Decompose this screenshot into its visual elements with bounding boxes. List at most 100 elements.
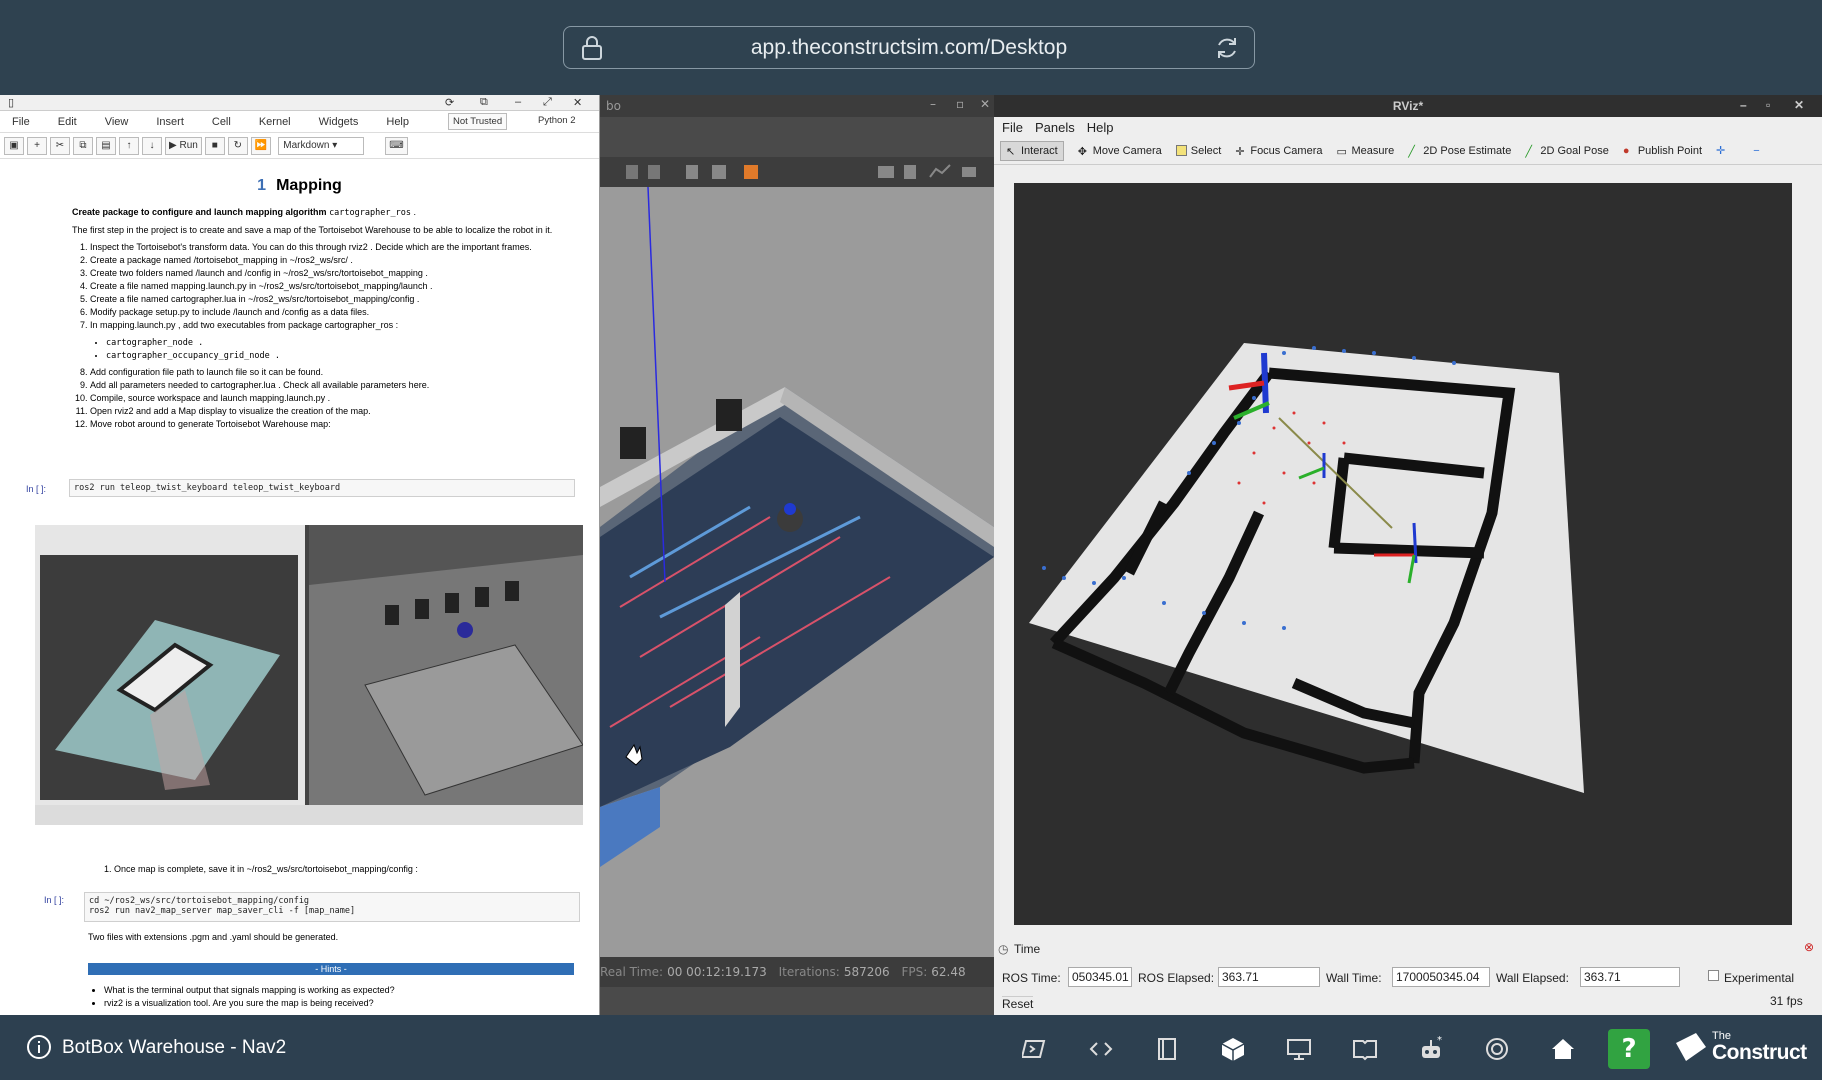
trust-badge[interactable]: Not Trusted	[448, 113, 508, 130]
menu-insert[interactable]: Insert	[156, 116, 184, 128]
add-cell-button[interactable]: +	[27, 136, 47, 155]
hints-bar[interactable]: - Hints -	[88, 963, 574, 975]
menu-edit[interactable]: Edit	[58, 116, 77, 128]
gazebo-scene	[600, 186, 994, 957]
tool-label: 2D Goal Pose	[1540, 144, 1609, 157]
files-text: Two files with extensions .pgm and .yaml…	[88, 932, 339, 942]
refresh-icon[interactable]: ⟳	[445, 96, 454, 109]
fps-label: 31 fps	[1770, 994, 1803, 1008]
tool-measure[interactable]: ▭ Measure	[1336, 145, 1394, 159]
tool-label: Focus Camera	[1250, 144, 1323, 157]
maximize-icon[interactable]: ⤢	[543, 96, 552, 109]
list-item: Open rviz2 and add a Map display to visu…	[90, 405, 599, 418]
select-icon	[1175, 145, 1187, 156]
ros-elapsed-field[interactable]: 363.71	[1218, 967, 1320, 987]
menu-view[interactable]: View	[105, 116, 129, 128]
rviz-3d-view[interactable]	[1014, 183, 1792, 925]
gazebo-title: bo	[606, 99, 621, 113]
book-icon[interactable]	[1352, 1036, 1378, 1062]
stop-button[interactable]: ■	[204, 136, 225, 155]
fast-forward-button[interactable]: ⏩	[250, 136, 272, 155]
wall-time-field[interactable]: 1700050345.04	[1392, 967, 1490, 987]
reload-icon[interactable]	[1214, 35, 1240, 61]
restart-button[interactable]: ↻	[227, 136, 248, 155]
menu-kernel[interactable]: Kernel	[259, 116, 291, 128]
gazebo-3d-view[interactable]	[600, 186, 994, 957]
experimental-label: Experimental	[1724, 971, 1795, 985]
close-icon[interactable]: ✕	[573, 96, 582, 109]
monitor-icon[interactable]	[1286, 1036, 1312, 1062]
close-icon[interactable]: ✕	[1794, 98, 1804, 112]
close-panel-icon[interactable]: ⊗	[1804, 940, 1814, 954]
keyboard-button[interactable]: ⌨	[385, 136, 408, 155]
list-item: Compile, source workspace and launch map…	[90, 392, 599, 405]
minimize-icon[interactable]: –	[515, 96, 521, 108]
ros-time-label: ROS Time:	[1002, 971, 1061, 985]
minimize-icon[interactable]: –	[930, 97, 936, 111]
menu-panels[interactable]: Panels	[1035, 120, 1075, 135]
iterations-value: 587206	[843, 965, 890, 979]
wall-elapsed-field[interactable]: 363.71	[1580, 967, 1680, 987]
tool-publish-point[interactable]: ● Publish Point	[1623, 145, 1702, 158]
tool-focus-camera[interactable]: ✛ Focus Camera	[1235, 144, 1323, 159]
openai-icon[interactable]	[1484, 1036, 1510, 1062]
experimental-checkbox[interactable]	[1708, 970, 1719, 981]
cut-button[interactable]: ✂	[50, 136, 70, 155]
save-button[interactable]: ▣	[4, 136, 24, 155]
cell-type-value: Markdown	[283, 139, 330, 151]
url-text[interactable]: app.theconstructsim.com/Desktop	[564, 36, 1254, 60]
remove-tool-icon[interactable]: −	[1753, 145, 1759, 157]
gazebo-title-bar: bo – ▫ ✕	[600, 95, 994, 117]
popout-icon[interactable]: ⧉	[480, 96, 488, 109]
heading-text: Mapping	[276, 177, 342, 194]
minimize-icon[interactable]: –	[1740, 98, 1747, 112]
menu-help[interactable]: Help	[386, 116, 409, 128]
terminal-icon[interactable]	[1022, 1036, 1048, 1062]
list-item: Add all parameters needed to cartographe…	[90, 379, 599, 392]
copy-button[interactable]: ⧉	[73, 136, 93, 155]
code-cell-1[interactable]: ros2 run teleop_twist_keyboard teleop_tw…	[69, 479, 575, 497]
list-item: Move robot around to generate Tortoisebo…	[90, 418, 599, 431]
reset-button[interactable]: Reset	[1002, 996, 1034, 1011]
maximize-icon[interactable]: ▫	[1766, 98, 1770, 112]
tool-2d-pose-estimate[interactable]: ╱ 2D Pose Estimate	[1408, 145, 1511, 159]
menu-file[interactable]: File	[12, 116, 30, 128]
close-icon[interactable]: ✕	[980, 97, 990, 111]
cell-type-select[interactable]: Markdown ▾	[278, 136, 365, 155]
brand-name: Construct	[1712, 1041, 1807, 1064]
maximize-icon[interactable]: ▫	[956, 97, 964, 111]
menu-cell[interactable]: Cell	[212, 116, 231, 128]
task-bar: BotBox Warehouse - Nav2 * ? The Construc…	[0, 1015, 1822, 1080]
tool-label: Move Camera	[1092, 144, 1162, 157]
list-item: rviz2 is a visualization tool. Are you s…	[104, 997, 395, 1010]
tool-select[interactable]: Select	[1175, 145, 1221, 157]
robot-icon[interactable]: *	[1418, 1036, 1444, 1062]
menu-widgets[interactable]: Widgets	[319, 116, 359, 128]
add-tool-icon[interactable]: ✛	[1716, 144, 1725, 157]
tool-2d-goal-pose[interactable]: ╱ 2D Goal Pose	[1525, 144, 1609, 159]
address-bar[interactable]: app.theconstructsim.com/Desktop	[563, 26, 1255, 69]
run-button[interactable]: ▶ Run	[165, 136, 202, 155]
notebook-icon[interactable]	[1154, 1036, 1180, 1062]
project-title: BotBox Warehouse - Nav2	[62, 1037, 287, 1058]
ruler-icon: ▭	[1336, 146, 1347, 158]
fps-value: 62.48	[931, 965, 966, 979]
menu-file[interactable]: File	[1002, 120, 1023, 135]
menu-help[interactable]: Help	[1087, 120, 1114, 135]
tool-interact[interactable]: ↖ Interact	[1000, 140, 1064, 161]
code-cell-2[interactable]: cd ~/ros2_ws/src/tortoisebot_mapping/con…	[84, 892, 580, 922]
code-icon[interactable]	[1088, 1036, 1114, 1062]
paste-button[interactable]: ▤	[96, 136, 116, 155]
move-down-button[interactable]: ↓	[142, 136, 162, 155]
cube-icon[interactable]	[1220, 1036, 1246, 1062]
home-icon[interactable]	[1550, 1036, 1576, 1062]
help-button[interactable]: ?	[1608, 1029, 1650, 1069]
list-item: Create two folders named /launch and /co…	[90, 267, 599, 280]
browser-top-bar: app.theconstructsim.com/Desktop	[0, 0, 1822, 95]
move-up-button[interactable]: ↑	[119, 136, 139, 155]
rviz-title-bar: RViz* – ▫ ✕	[994, 95, 1822, 117]
ros-time-field[interactable]: 050345.01	[1068, 967, 1132, 987]
intro-line: Create package to configure and launch m…	[72, 207, 416, 218]
info-icon[interactable]	[26, 1034, 52, 1060]
tool-move-camera[interactable]: ✥ Move Camera	[1078, 144, 1162, 159]
